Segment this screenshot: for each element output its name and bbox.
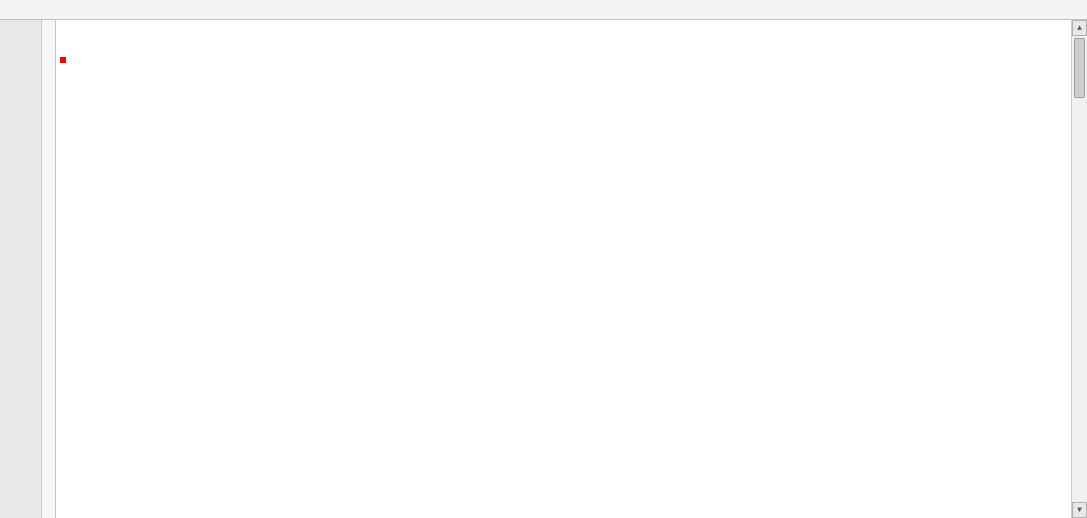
line-number-gutter <box>0 20 42 518</box>
highlight-box <box>60 57 66 63</box>
scroll-up-button[interactable]: ▲ <box>1072 20 1087 36</box>
scroll-down-button[interactable]: ▼ <box>1072 502 1087 518</box>
editor <box>0 20 1087 518</box>
tab-bar <box>0 0 1087 20</box>
fold-column <box>42 20 56 518</box>
code-area[interactable] <box>56 20 1087 518</box>
vertical-scrollbar[interactable]: ▲ ▼ <box>1071 20 1087 518</box>
scroll-thumb[interactable] <box>1074 38 1085 98</box>
